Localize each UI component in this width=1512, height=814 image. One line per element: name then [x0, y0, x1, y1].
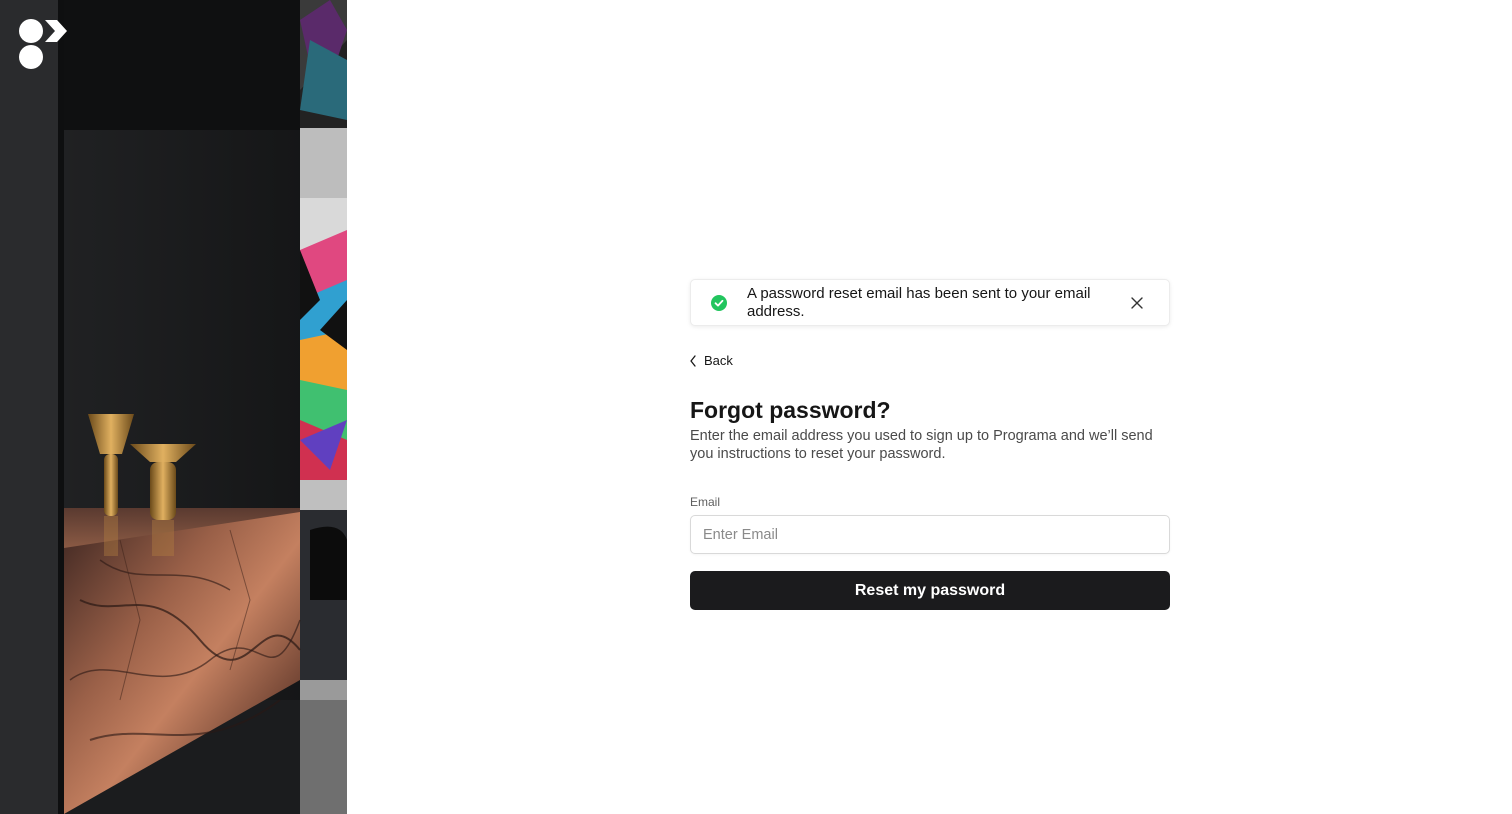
email-label: Email: [690, 495, 721, 509]
reset-password-button[interactable]: Reset my password: [690, 571, 1170, 610]
chevron-left-icon: [690, 354, 696, 367]
forgot-password-panel: A password reset email has been sent to …: [690, 279, 1170, 610]
check-circle-icon: [711, 295, 727, 311]
page-title: Forgot password?: [690, 397, 891, 423]
page-description: Enter the email address you used to sign…: [690, 428, 1153, 462]
email-input[interactable]: [690, 515, 1170, 554]
back-link[interactable]: Back: [690, 353, 733, 368]
close-icon[interactable]: [1131, 297, 1143, 309]
success-notification: A password reset email has been sent to …: [690, 279, 1170, 326]
back-label: Back: [704, 353, 733, 368]
interior-photo: [0, 0, 347, 814]
programa-logo-icon[interactable]: [19, 19, 69, 69]
hero-image: [0, 0, 347, 814]
notification-message: A password reset email has been sent to …: [747, 285, 1091, 320]
